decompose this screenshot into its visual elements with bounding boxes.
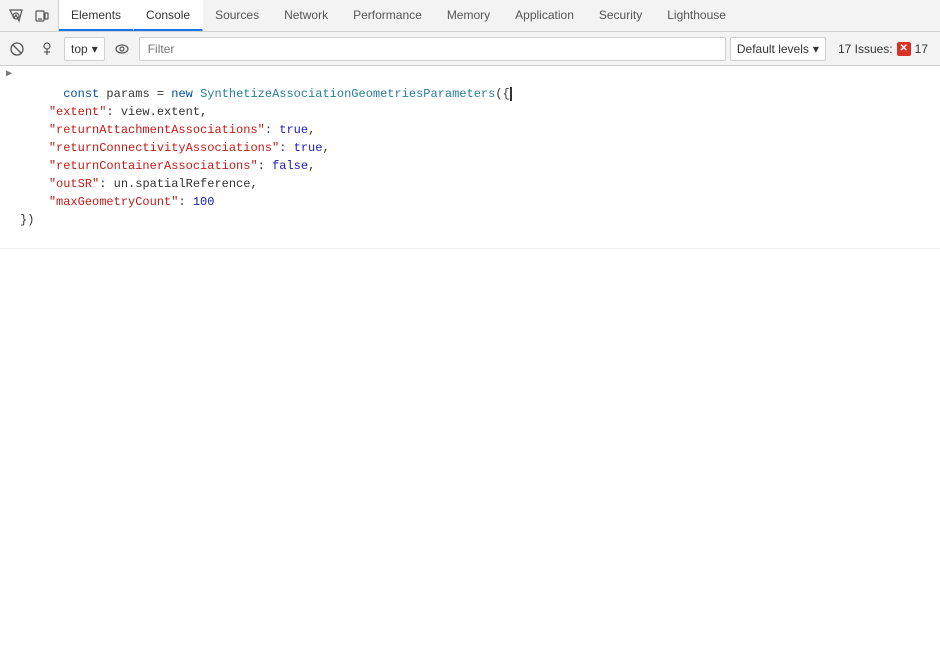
- error-icon: ✕: [897, 42, 911, 56]
- tab-sources[interactable]: Sources: [203, 0, 272, 31]
- issues-badge[interactable]: 17 Issues: ✕ 17: [830, 37, 936, 61]
- tab-bar: Elements Console Sources Network Perform…: [0, 0, 940, 32]
- console-output: ▶ const params = new SynthetizeAssociati…: [0, 66, 940, 666]
- tab-security[interactable]: Security: [587, 0, 655, 31]
- show-settings-button[interactable]: [34, 36, 60, 62]
- device-toolbar-button[interactable]: [30, 4, 54, 28]
- tab-elements[interactable]: Elements: [59, 0, 134, 31]
- context-selector[interactable]: top ▾: [64, 37, 105, 61]
- tab-network[interactable]: Network: [272, 0, 341, 31]
- expand-icon[interactable]: ▶: [0, 66, 16, 84]
- clear-console-button[interactable]: [4, 36, 30, 62]
- tab-performance[interactable]: Performance: [341, 0, 435, 31]
- levels-selector[interactable]: Default levels ▾: [730, 37, 826, 61]
- tab-memory[interactable]: Memory: [435, 0, 503, 31]
- console-toolbar: top ▾ Default levels ▾ 17 Issues: ✕ 17: [0, 32, 940, 66]
- tab-application[interactable]: Application: [503, 0, 587, 31]
- tab-lighthouse[interactable]: Lighthouse: [655, 0, 739, 31]
- tab-console[interactable]: Console: [134, 0, 203, 31]
- console-log-entry: ▶ const params = new SynthetizeAssociati…: [0, 66, 940, 249]
- inspect-element-button[interactable]: [4, 4, 28, 28]
- devtools-icons: [0, 0, 59, 31]
- eye-button[interactable]: [109, 36, 135, 62]
- console-entry-text: const params = new SynthetizeAssociation…: [16, 66, 940, 248]
- filter-input[interactable]: [139, 37, 726, 61]
